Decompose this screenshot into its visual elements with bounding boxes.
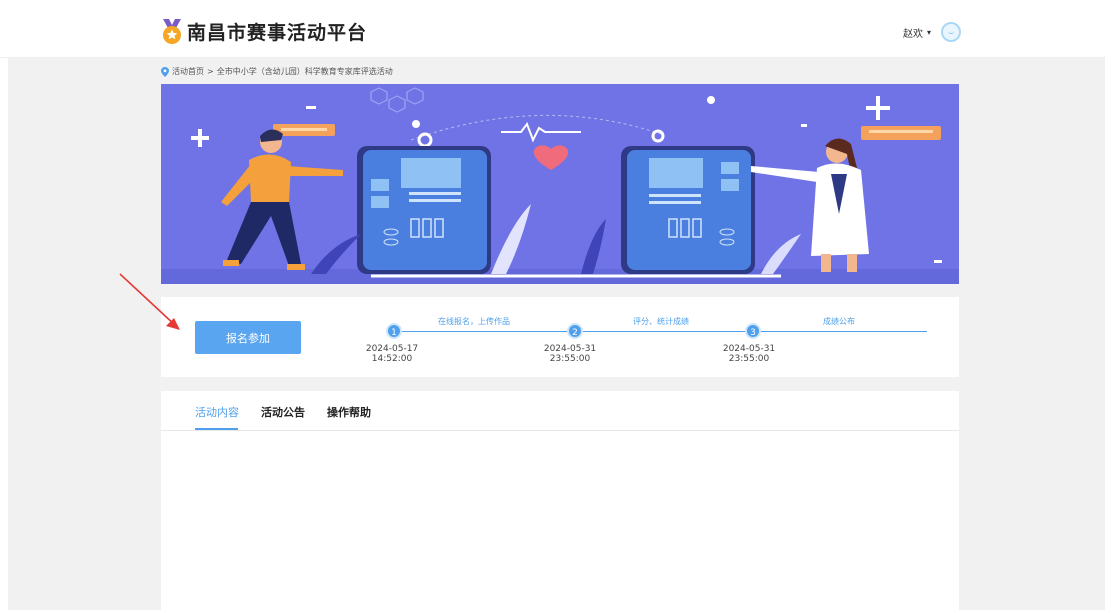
step-2-time: 23:55:00 xyxy=(549,354,591,364)
step-1-time: 14:52:00 xyxy=(371,354,413,364)
activity-tabs-panel: 活动内容 活动公告 操作帮助 xyxy=(161,391,959,610)
step-3-date: 2024-05-31 xyxy=(722,344,776,354)
step-3-label: 成绩公布 xyxy=(823,317,855,326)
breadcrumb-separator: > xyxy=(207,67,214,76)
active-tab-indicator xyxy=(195,428,238,430)
step-1-label: 在线报名，上传作品 xyxy=(438,317,510,326)
breadcrumb-current: 全市中小学（含幼儿园）科学教育专家库评选活动 xyxy=(216,67,393,76)
step-3-number: 3 xyxy=(745,323,761,339)
step-1-number: 1 xyxy=(386,323,402,339)
user-name[interactable]: 赵欢 xyxy=(903,25,923,40)
step-2-date: 2024-05-31 xyxy=(543,344,597,354)
step-2-number: 2 xyxy=(567,323,583,339)
breadcrumb-home-link[interactable]: 活动首页 xyxy=(172,66,204,77)
steps-progress-line xyxy=(387,331,927,332)
avatar[interactable] xyxy=(941,22,962,42)
tab-operation-help[interactable]: 操作帮助 xyxy=(327,404,371,420)
step-1-date: 2024-05-17 xyxy=(365,344,419,354)
registration-steps-panel: 报名参加 1 2 3 在线报名，上传作品 评分、统计成绩 成绩公布 2024-0… xyxy=(161,297,959,377)
signup-button[interactable]: 报名参加 xyxy=(195,321,301,354)
top-header: 南昌市赛事活动平台 赵欢 ▾ xyxy=(0,0,1105,58)
step-2-label: 评分、统计成绩 xyxy=(633,317,689,326)
tab-activity-content[interactable]: 活动内容 xyxy=(195,404,239,420)
tab-activity-notice[interactable]: 活动公告 xyxy=(261,404,305,420)
breadcrumb: 活动首页 > 全市中小学（含幼儿园）科学教育专家库评选活动 xyxy=(161,66,393,77)
chevron-down-icon[interactable]: ▾ xyxy=(927,28,931,37)
tabs-bar: 活动内容 活动公告 操作帮助 xyxy=(161,391,959,431)
activity-banner-image xyxy=(161,84,959,284)
medal-logo-icon xyxy=(163,19,181,44)
step-3-time: 23:55:00 xyxy=(728,354,770,364)
location-pin-icon xyxy=(161,66,169,77)
user-menu[interactable]: 赵欢 ▾ xyxy=(903,21,962,43)
site-title[interactable]: 南昌市赛事活动平台 xyxy=(187,18,367,45)
annotation-arrow-icon xyxy=(119,273,180,330)
